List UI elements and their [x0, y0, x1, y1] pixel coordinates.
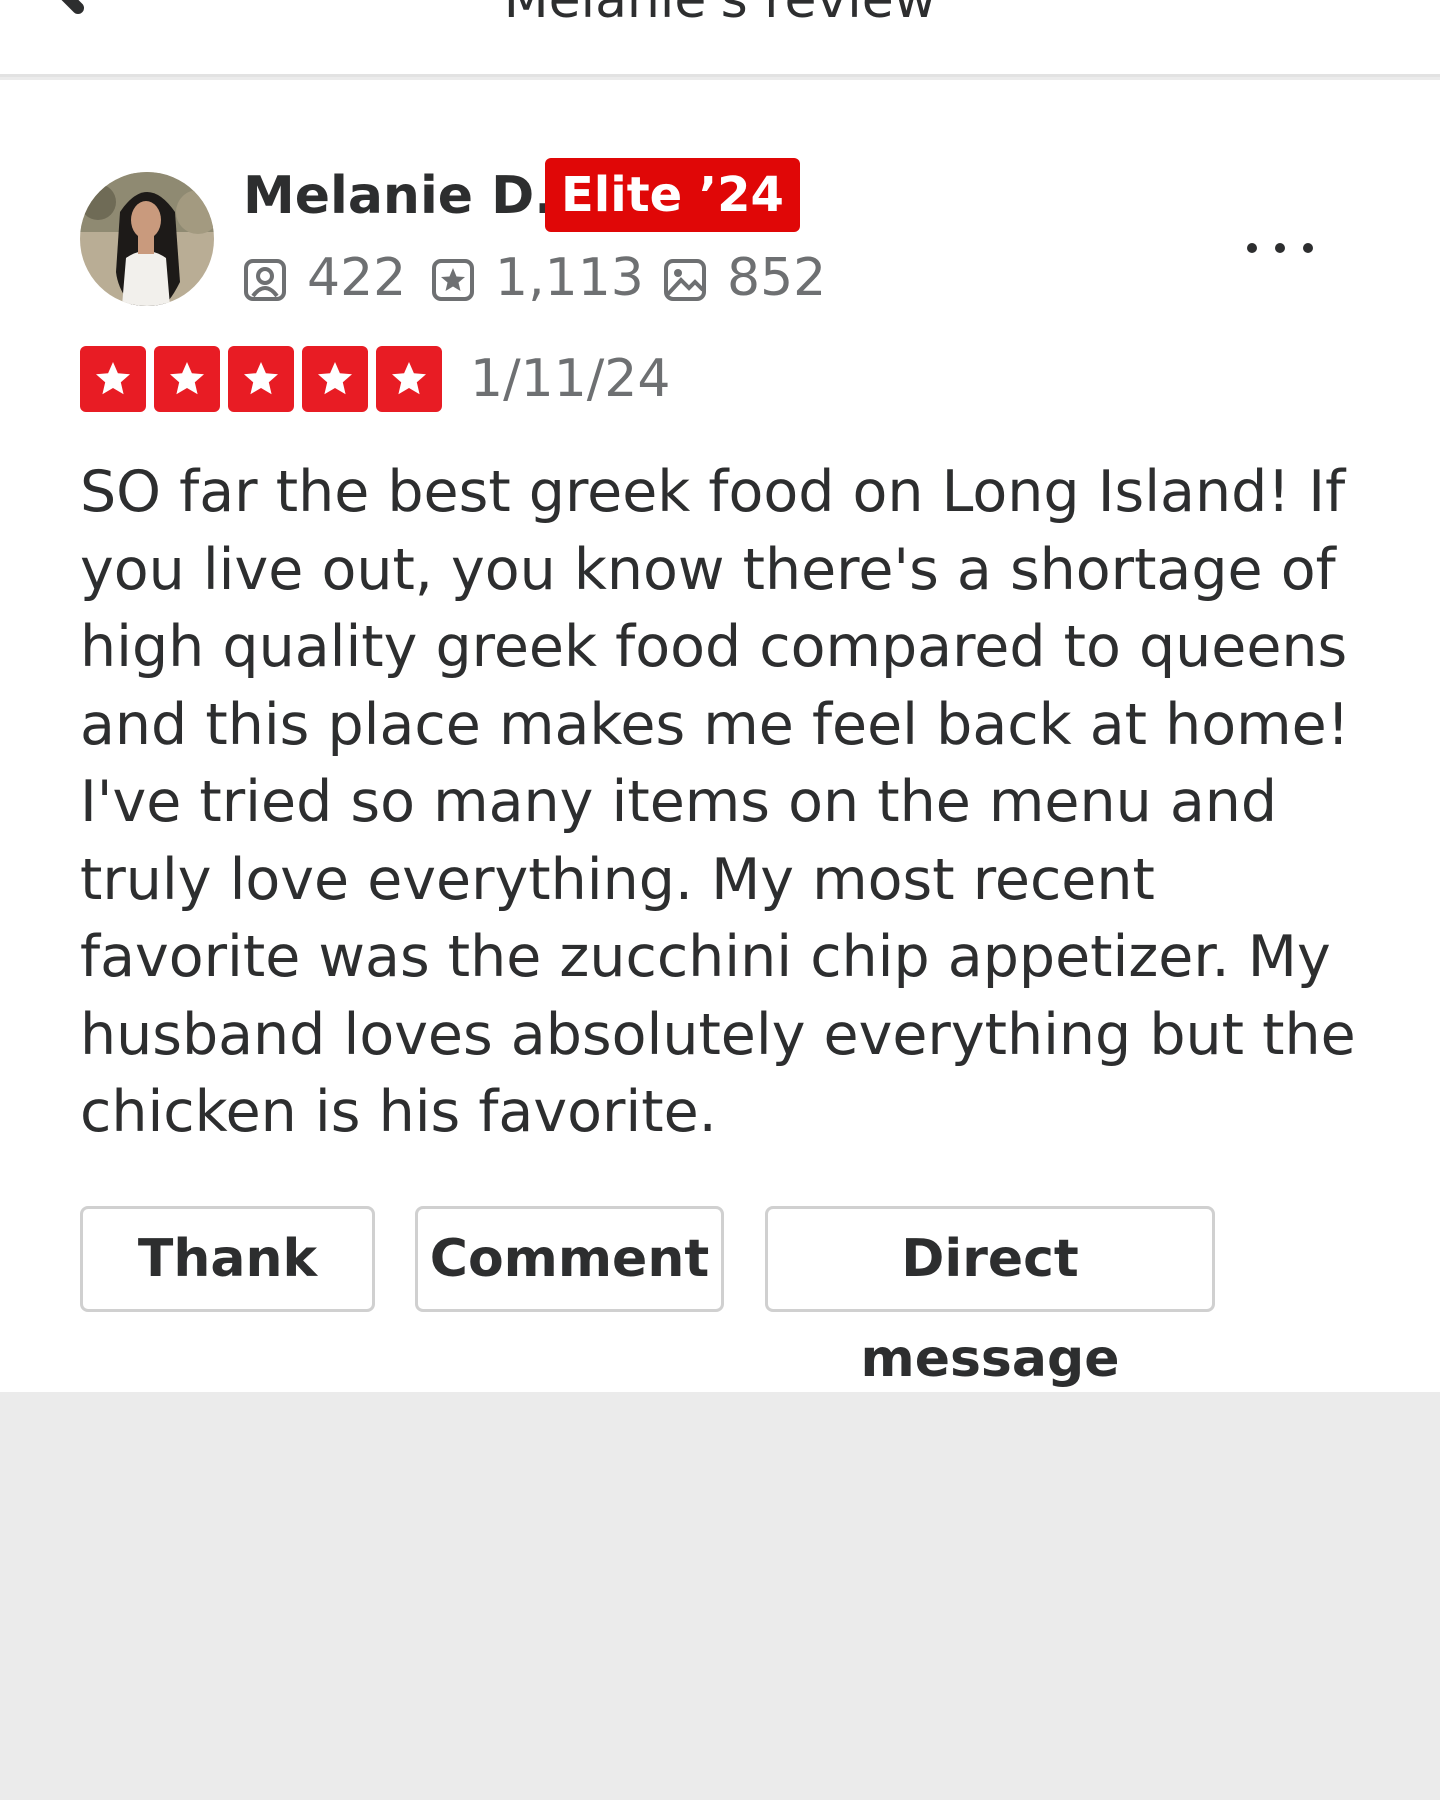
page-title: Melanie's review	[503, 0, 937, 30]
star-icon	[228, 346, 294, 412]
review-text: SO far the best greek food on Long Islan…	[80, 459, 1356, 1145]
review-page: Melanie's review Melanie D. Elite ’24 42…	[0, 0, 1440, 1800]
avatar[interactable]	[80, 172, 214, 306]
app-header: Melanie's review	[0, 0, 1440, 77]
more-dots-icon	[1247, 243, 1313, 253]
avatar-image	[80, 172, 214, 306]
star-icon	[80, 346, 146, 412]
elite-badge: Elite ’24	[545, 158, 800, 232]
comment-button[interactable]: Comment	[415, 1206, 724, 1312]
user-name[interactable]: Melanie D.	[243, 164, 554, 228]
star-icon	[154, 346, 220, 412]
photo-icon	[664, 259, 706, 301]
friends-icon	[244, 259, 286, 301]
more-options-button[interactable]	[1240, 228, 1320, 268]
star-icon	[302, 346, 368, 412]
review-star-icon	[432, 259, 474, 301]
star-icon	[376, 346, 442, 412]
review-card: Melanie D. Elite ’24 422 1,113 852 1/11/…	[0, 80, 1440, 1392]
review-date: 1/11/24	[470, 349, 671, 409]
reviews-count: 1,113	[495, 248, 644, 308]
photos-count: 852	[727, 248, 827, 308]
direct-message-button[interactable]: Direct message	[765, 1206, 1215, 1389]
friends-count: 422	[307, 248, 407, 308]
thank-button[interactable]: Thank	[80, 1206, 375, 1312]
